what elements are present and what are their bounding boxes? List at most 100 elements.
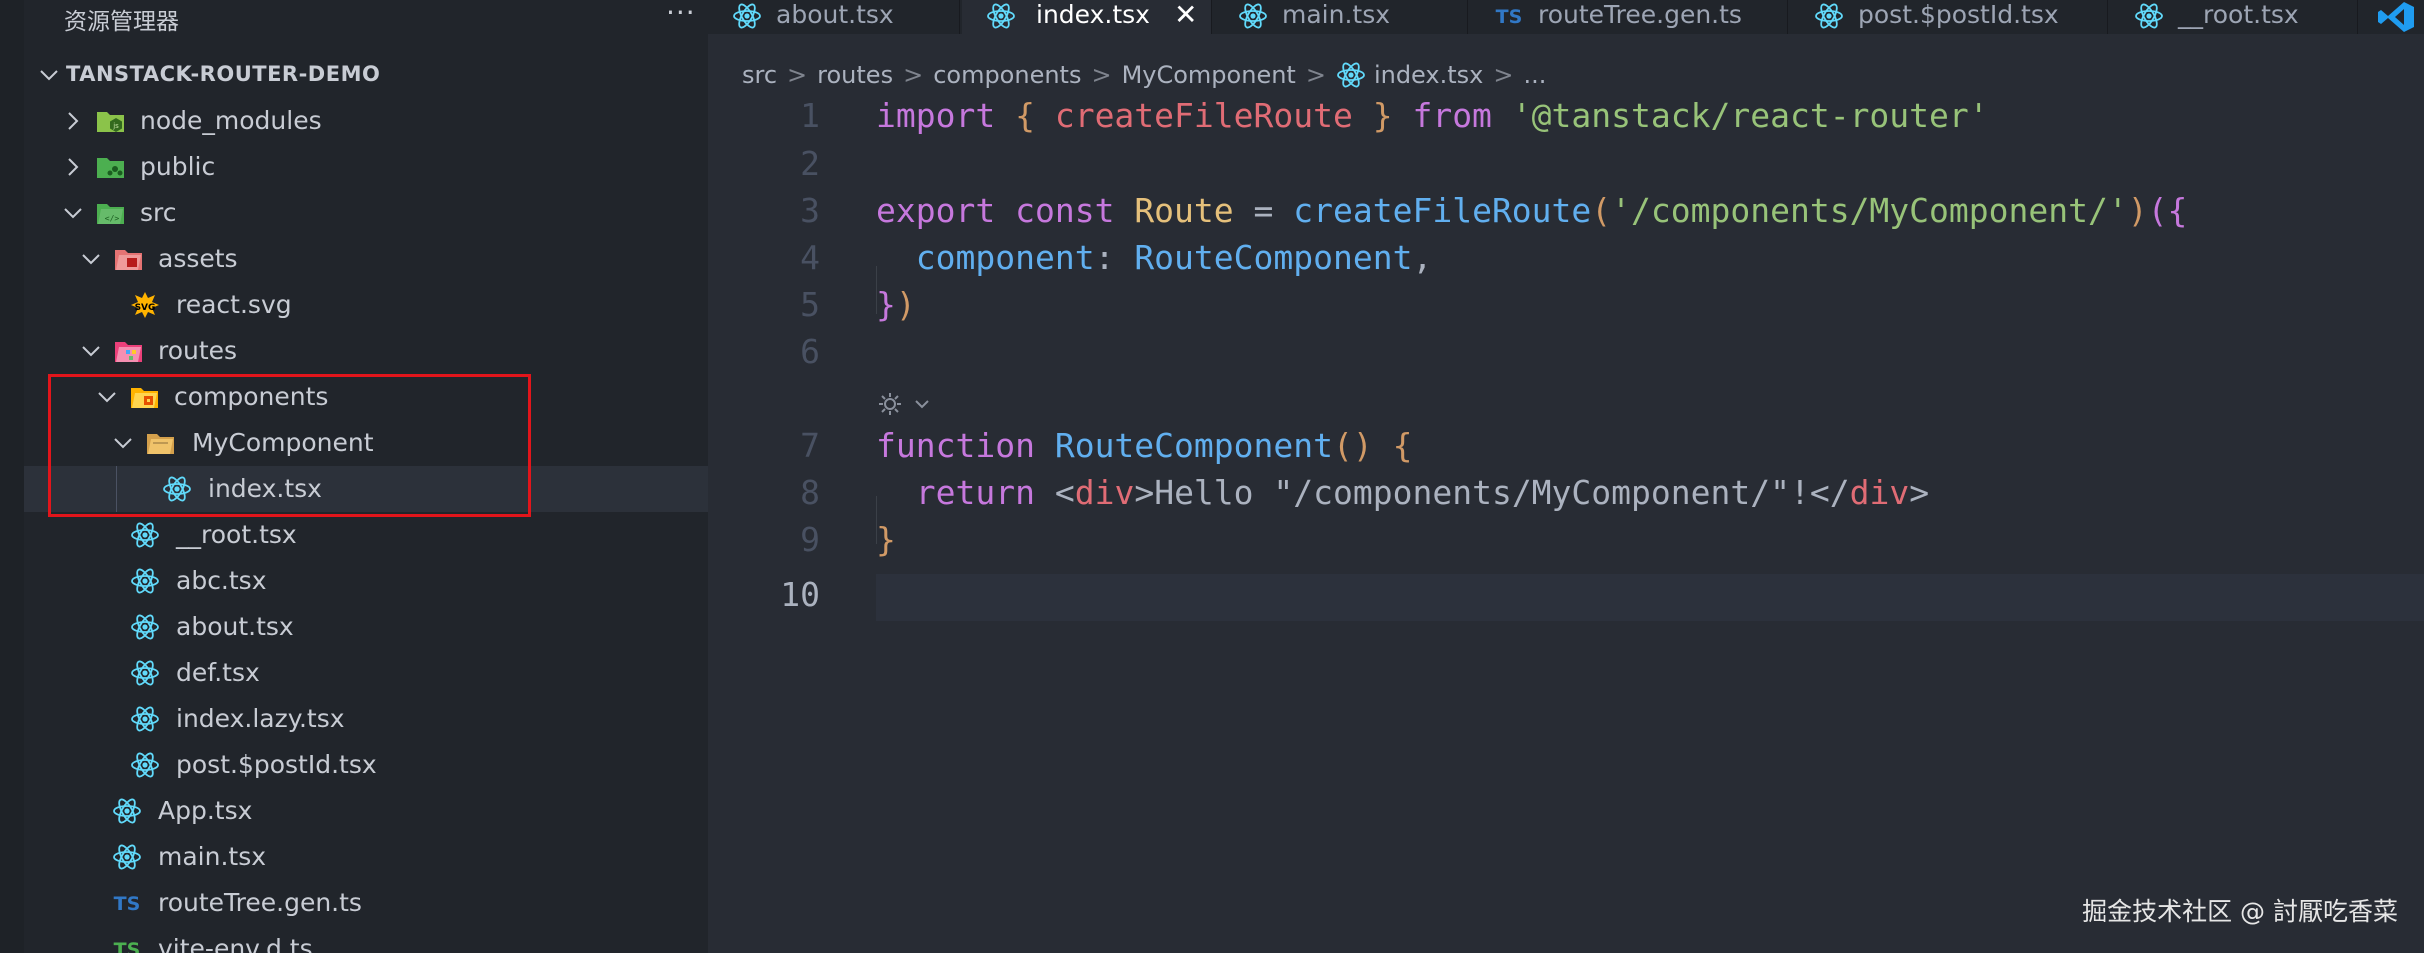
code-token: RouteComponent: [1054, 426, 1333, 465]
tab-main-tsx[interactable]: main.tsx: [1214, 0, 1468, 34]
tree-item-label: vite-env.d.ts: [158, 934, 313, 953]
code-token: ({: [2147, 191, 2188, 230]
chevron-right-icon: [68, 158, 79, 176]
code-token: RouteComponent: [1134, 238, 1413, 277]
react-icon: [130, 567, 160, 595]
breadcrumb-item[interactable]: index.tsx: [1374, 61, 1483, 89]
tree-item-label: index.lazy.tsx: [176, 704, 345, 733]
tree-item-label: src: [140, 198, 177, 227]
tree-item-index-tsx[interactable]: index.tsx: [24, 466, 708, 512]
line-number: 5: [800, 285, 820, 324]
tree-item-label: public: [140, 152, 216, 181]
react-icon: [130, 659, 160, 687]
tab-label: routeTree.gen.ts: [1538, 0, 1742, 29]
tree-item-label: __root.tsx: [176, 520, 297, 549]
assets-folder-icon: [114, 245, 144, 273]
breadcrumb-item[interactable]: src: [742, 61, 777, 89]
tree-item-post-postid-tsx[interactable]: post.$postId.tsx: [24, 742, 708, 788]
code-token: return: [915, 473, 1035, 512]
code-token: ): [2127, 191, 2148, 230]
code-token: div: [1849, 473, 1910, 512]
breadcrumb-item[interactable]: components: [933, 61, 1081, 89]
chevron-down-icon: [98, 392, 116, 403]
breadcrumb-separator: >: [787, 61, 808, 89]
more-actions-icon[interactable]: ···: [666, 0, 696, 29]
line-number-active: 10: [780, 575, 820, 614]
react-icon: [1814, 2, 1844, 30]
line-number: 9: [800, 520, 820, 559]
code-token: createFileRoute: [1054, 96, 1353, 135]
tree-item-label: routes: [158, 336, 238, 365]
explorer-header: 资源管理器 ···: [24, 0, 708, 35]
tree-item-assets[interactable]: assets: [24, 236, 708, 282]
svg-text:TS: TS: [114, 893, 141, 915]
tree-item-abc-tsx[interactable]: abc.tsx: [24, 558, 708, 604]
tree-item-about-tsx[interactable]: about.tsx: [24, 604, 708, 650]
tab-root-tsx[interactable]: __root.tsx: [2110, 0, 2358, 34]
codelens-gear-icon[interactable]: [876, 388, 940, 420]
code-token: {: [1372, 426, 1413, 465]
react-icon: [112, 797, 142, 825]
tree-item-routes[interactable]: routes: [24, 328, 708, 374]
watermark: 掘金技术社区 @ 討厭吃香菜: [2082, 897, 2398, 926]
code-token: (): [1332, 426, 1373, 465]
tree-item-def-tsx[interactable]: def.tsx: [24, 650, 708, 696]
typescript-icon: TS: [112, 889, 142, 917]
tree-item-app-tsx[interactable]: App.tsx: [24, 788, 708, 834]
tree-item-root-tsx[interactable]: __root.tsx: [24, 512, 708, 558]
react-icon: [732, 2, 762, 30]
indent-guide: [116, 466, 117, 512]
explorer-title: 资源管理器: [64, 9, 179, 35]
react-icon: [130, 613, 160, 641]
code-token: component: [915, 238, 1095, 277]
tree-item-routetree-gen-ts[interactable]: TS routeTree.gen.ts: [24, 880, 708, 926]
tree-item-index-lazy-tsx[interactable]: index.lazy.tsx: [24, 696, 708, 742]
tree-item-public[interactable]: public: [24, 144, 708, 190]
tree-item-components[interactable]: components: [24, 374, 708, 420]
close-icon[interactable]: ✕: [1174, 0, 1197, 31]
breadcrumb-item[interactable]: routes: [817, 61, 893, 89]
tree-item-label: node_modules: [140, 106, 322, 135]
tree-item-vite-env-d-ts[interactable]: TS vite-env.d.ts: [24, 926, 708, 953]
svg-text:TS: TS: [114, 939, 141, 953]
breadcrumb-item[interactable]: ...: [1523, 61, 1546, 89]
tab-routetree-gen-ts[interactable]: TS routeTree.gen.ts: [1470, 0, 1788, 34]
react-icon: [986, 2, 1016, 30]
tree-item-label: routeTree.gen.ts: [158, 888, 362, 917]
tab-label: about.tsx: [776, 0, 894, 29]
tree-item-label: main.tsx: [158, 842, 267, 871]
activity-strip: [0, 0, 24, 953]
tab-label: __root.tsx: [2178, 0, 2299, 29]
tree-item-react-svg[interactable]: SVG react.svg: [24, 282, 708, 328]
routes-folder-icon: [114, 337, 144, 365]
tab-post-postid-tsx[interactable]: post.$postId.tsx: [1790, 0, 2108, 34]
code-editor[interactable]: 1 2 3 4 5 6 7 8 9 10 import { createFile…: [708, 96, 2424, 953]
svg-file-icon: SVG: [130, 291, 160, 319]
vscode-icon: [2378, 2, 2414, 32]
line-number: 6: [800, 332, 820, 371]
current-line-highlight: [876, 574, 2424, 621]
code-line-5: }): [876, 285, 916, 324]
tab-index-tsx[interactable]: index.tsx ✕: [962, 0, 1212, 34]
code-token: function: [876, 426, 1035, 465]
chevron-down-icon: [82, 254, 100, 265]
breadcrumb-item[interactable]: MyComponent: [1122, 61, 1296, 89]
code-line-9: }: [876, 520, 896, 559]
svg-text:SVG: SVG: [135, 303, 156, 313]
tree-item-mycomponent[interactable]: MyComponent: [24, 420, 708, 466]
code-token: ): [895, 285, 916, 324]
tree-item-src[interactable]: </> src: [24, 190, 708, 236]
tree-item-main-tsx[interactable]: main.tsx: [24, 834, 708, 880]
tree-item-label: App.tsx: [158, 796, 253, 825]
tree-item-node-modules[interactable]: js node_modules: [24, 98, 708, 144]
svg-text:js: js: [112, 122, 119, 130]
tab-label: main.tsx: [1282, 0, 1391, 29]
tab-about-tsx[interactable]: about.tsx: [708, 0, 960, 34]
project-root[interactable]: TANSTACK-ROUTER-DEMO: [24, 56, 708, 92]
react-icon: [130, 521, 160, 549]
code-line-1: import { createFileRoute } from '@tansta…: [876, 96, 1989, 135]
line-number: 2: [800, 144, 820, 183]
